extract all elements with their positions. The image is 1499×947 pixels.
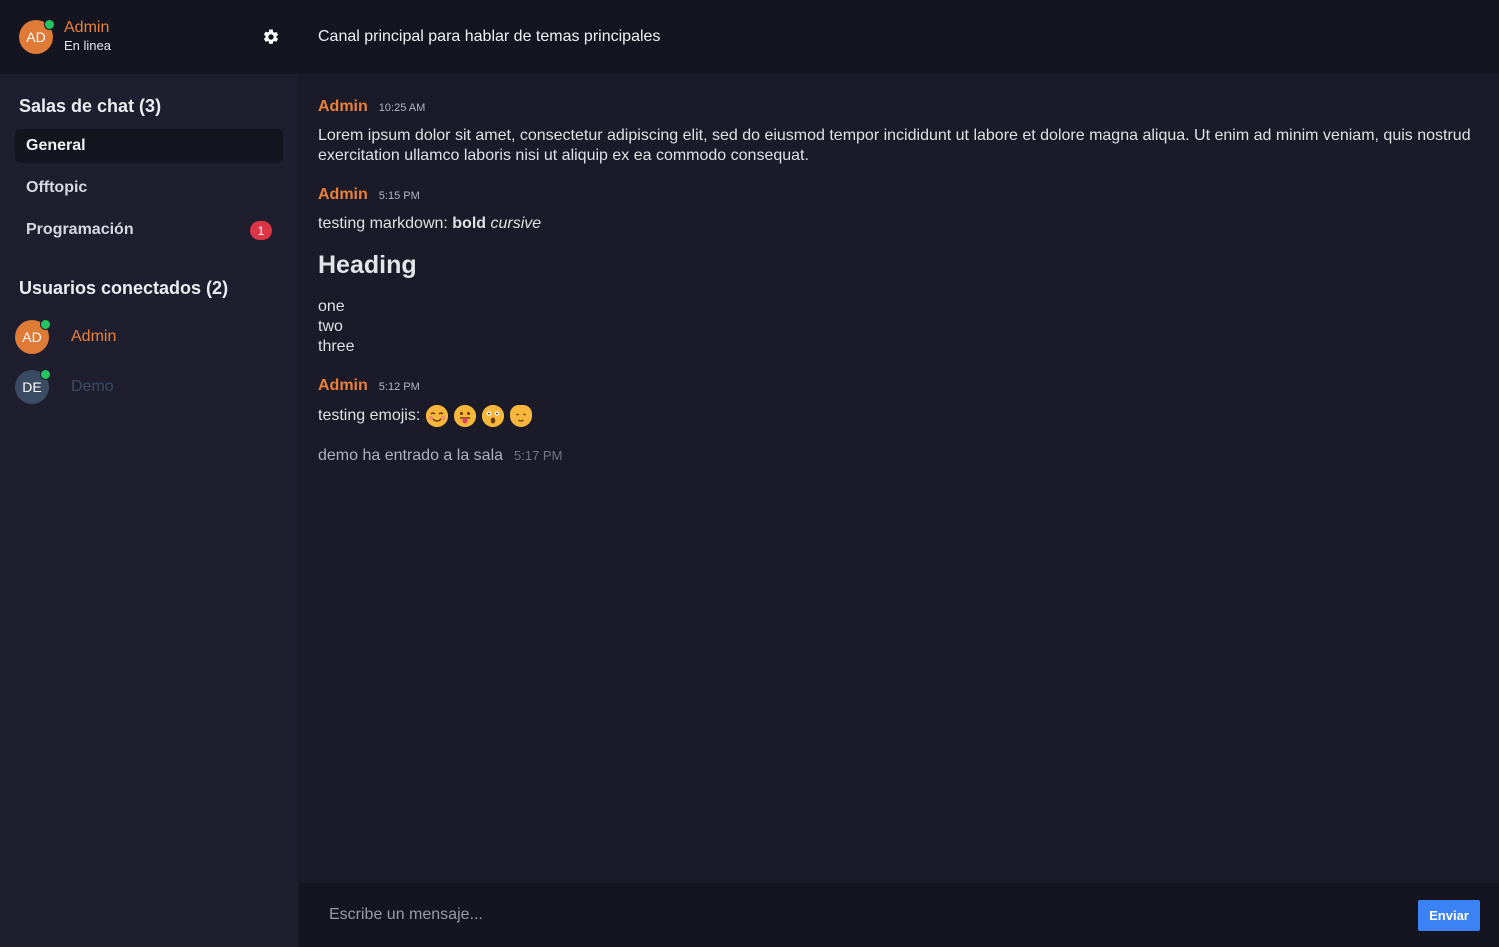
user-list: AD Admin DE Demo [0, 319, 298, 419]
markdown-lines: one two three [318, 297, 1480, 357]
online-indicator [40, 319, 51, 330]
message-list: Admin 10:25 AM Lorem ipsum dolor sit ame… [299, 74, 1499, 883]
profile-name: Admin [64, 19, 110, 36]
profile-header: AD Admin En linea [0, 0, 298, 74]
system-time: 5:17 PM [514, 448, 563, 463]
message-prefix: testing emojis: [318, 407, 421, 424]
message: Admin 5:15 PM testing markdown: bold cur… [318, 186, 1480, 357]
markdown-heading: Heading [318, 251, 417, 279]
profile-info: Admin En linea [64, 19, 111, 55]
users-title: Usuarios conectados (2) [19, 278, 229, 298]
message-time: 5:15 PM [378, 190, 420, 202]
send-button[interactable]: Enviar [1418, 899, 1480, 931]
message-body: testing markdown: bold cursive Heading o… [318, 214, 1480, 357]
rooms-title: Salas de chat (3) [19, 96, 162, 116]
bold-text: bold [452, 215, 487, 232]
room-item-programacion[interactable]: Programación 1 [15, 213, 283, 247]
message-input[interactable] [329, 906, 1418, 924]
user-name: Demo [71, 378, 114, 395]
user-item-admin[interactable]: AD Admin [15, 319, 283, 355]
channel-description: Canal principal para hablar de temas pri… [318, 28, 661, 45]
message-time: 10:25 AM [378, 102, 426, 114]
line-item: two [318, 318, 343, 335]
room-label: General [26, 137, 86, 154]
message-author[interactable]: Admin [318, 377, 368, 395]
user-item-demo[interactable]: DE Demo [15, 369, 283, 405]
avatar-initials: DE [22, 379, 42, 395]
message-time: 5:12 PM [378, 381, 420, 393]
sidebar: AD Admin En linea Salas de chat (3) Gene… [0, 0, 299, 947]
cat-face-emoji [510, 405, 533, 427]
markdown-line: testing markdown: bold cursive [318, 214, 1480, 234]
avatar-initials: AD [22, 329, 42, 345]
avatar-initials: AD [26, 29, 46, 45]
message-text: Lorem ipsum dolor sit amet, consectetur … [318, 127, 1471, 164]
message-header: Admin 10:25 AM [318, 98, 1480, 116]
message-header: Admin 5:12 PM [318, 377, 1480, 395]
profile-status: En linea [64, 38, 111, 53]
room-item-offtopic[interactable]: Offtopic [15, 171, 283, 205]
message-author[interactable]: Admin [318, 186, 368, 204]
gear-icon[interactable] [262, 28, 280, 46]
message: Admin 10:25 AM Lorem ipsum dolor sit ame… [318, 98, 1480, 166]
avatar: AD [19, 19, 55, 54]
smiling-face-emoji [426, 405, 449, 427]
online-indicator [44, 19, 55, 30]
message-composer: Enviar [299, 883, 1499, 947]
system-text: demo ha entrado a la sala [318, 447, 504, 464]
avatar: AD [15, 319, 51, 354]
tongue-out-emoji [454, 405, 477, 427]
astonished-face-emoji [482, 405, 505, 427]
message-author[interactable]: Admin [318, 98, 368, 116]
unread-badge: 1 [250, 221, 272, 240]
message-prefix: testing markdown: [318, 215, 453, 232]
room-label: Offtopic [26, 179, 88, 196]
chat-app: AD Admin En linea Salas de chat (3) Gene… [0, 0, 1499, 947]
room-list: General Offtopic Programación 1 [0, 129, 298, 255]
message: Admin 5:12 PM testing emojis: [318, 377, 1480, 427]
line-item: one [318, 298, 345, 315]
system-message: demo ha entrado a la sala 5:17 PM [318, 447, 1480, 465]
user-name: Admin [71, 328, 117, 345]
message-body: testing emojis: [318, 405, 1480, 427]
channel-header: Canal principal para hablar de temas pri… [299, 0, 1499, 74]
room-label: Programación [26, 221, 134, 238]
message-header: Admin 5:15 PM [318, 186, 1480, 204]
line-item: three [318, 338, 355, 355]
online-indicator [40, 369, 51, 380]
room-item-general[interactable]: General [15, 129, 283, 163]
avatar: DE [15, 369, 51, 404]
italic-text: cursive [490, 215, 542, 232]
chat-main: Canal principal para hablar de temas pri… [299, 0, 1499, 947]
